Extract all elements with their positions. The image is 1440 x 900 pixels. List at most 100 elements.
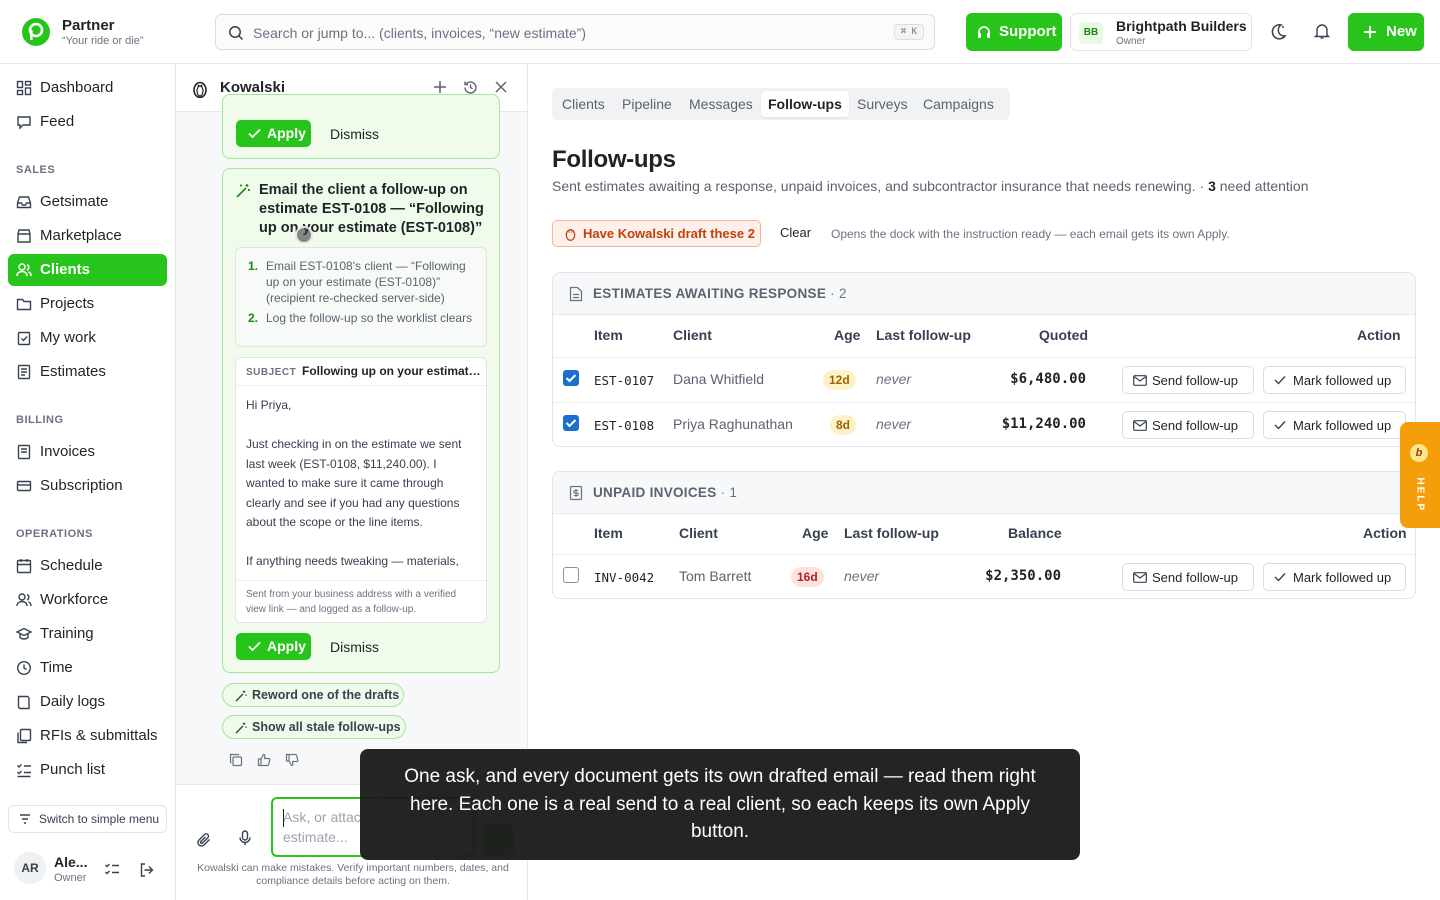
sidebar-item-feed[interactable]: Feed <box>8 106 167 138</box>
bell-icon[interactable] <box>1313 22 1331 40</box>
feed-icon <box>16 114 32 130</box>
tab-clients[interactable]: Clients <box>562 91 605 117</box>
email-subject-label: SUBJECT <box>246 367 297 378</box>
tab-messages[interactable]: Messages <box>689 91 753 117</box>
sidebar-item-rfis[interactable]: RFIs & submittals <box>8 720 167 752</box>
section-count: · 2 <box>830 286 847 301</box>
history-icon[interactable] <box>463 80 478 95</box>
row-checkbox[interactable] <box>563 567 579 583</box>
tab-campaigns[interactable]: Campaigns <box>923 91 994 117</box>
apply-label: Apply <box>267 638 306 654</box>
user-name: Ale... <box>54 854 88 870</box>
user-role: Owner <box>54 872 87 884</box>
document-icon <box>16 364 32 380</box>
sidebar-item-schedule[interactable]: Schedule <box>8 550 167 582</box>
paperclip-icon[interactable] <box>196 832 212 848</box>
item-id[interactable]: EST-0107 <box>594 373 654 388</box>
page-subtitle: Sent estimates awaiting a response, unpa… <box>552 178 1309 194</box>
sidebar-item-marketplace[interactable]: Marketplace <box>8 220 167 252</box>
suggestion-card: Email the client a follow-up on estimate… <box>222 168 500 673</box>
switch-simple-menu-button[interactable]: Switch to simple menu <box>8 805 167 833</box>
tab-follow-ups[interactable]: Follow-ups <box>761 91 849 117</box>
apply-button[interactable]: Apply <box>236 120 311 147</box>
client-name: Dana Whitfield <box>673 371 765 387</box>
copy-icon[interactable] <box>229 753 243 767</box>
logout-icon[interactable] <box>139 862 155 878</box>
plus-icon[interactable] <box>433 80 447 94</box>
sidebar-item-punch-list[interactable]: Punch list <box>8 754 167 786</box>
sidebar-item-getsimate[interactable]: Getsimate <box>8 186 167 218</box>
send-follow-up-button[interactable]: Send follow-up <box>1122 411 1254 439</box>
email-body[interactable]: Hi Priya, Just checking in on the estima… <box>246 396 478 568</box>
thumbs-up-icon[interactable] <box>257 753 271 767</box>
support-button[interactable]: Support <box>966 13 1062 51</box>
email-subject-row: SUBJECT Following up on your estimate (E… <box>236 358 486 386</box>
thumbs-down-icon[interactable] <box>285 753 299 767</box>
email-subject: Following up on your estimate (EST-0108) <box>302 364 482 378</box>
table-row: INV-0042 Tom Barrett 16d never $2,350.00… <box>553 554 1415 598</box>
row-checkbox[interactable] <box>563 415 579 431</box>
last-follow-up: never <box>876 371 912 387</box>
send-follow-up-button[interactable]: Send follow-up <box>1122 563 1254 591</box>
kowalski-draft-button[interactable]: Have Kowalski draft these 2 <box>552 220 761 247</box>
item-id[interactable]: EST-0108 <box>594 418 654 433</box>
sidebar-item-label: Training <box>40 625 94 642</box>
theme-toggle-icon[interactable] <box>1268 22 1288 42</box>
clear-button[interactable]: Clear <box>780 225 811 240</box>
tab-surveys[interactable]: Surveys <box>857 91 908 117</box>
column-header: Action <box>1363 525 1407 541</box>
quoted-amount: $6,480.00 <box>1010 371 1086 387</box>
avatar[interactable]: AR <box>14 852 46 884</box>
tab-pipeline[interactable]: Pipeline <box>622 91 672 117</box>
attention-count: 3 <box>1208 178 1216 194</box>
item-id[interactable]: INV-0042 <box>594 570 654 585</box>
org-switcher[interactable]: BB Brightpath Builders Owner <box>1070 13 1252 51</box>
sidebar-item-training[interactable]: Training <box>8 618 167 650</box>
sidebar-item-label: Marketplace <box>40 227 122 244</box>
penguin-icon <box>565 228 576 241</box>
files-icon <box>16 728 32 744</box>
help-tab[interactable]: b HELP <box>1400 422 1440 528</box>
mark-followed-up-button[interactable]: Mark followed up <box>1263 411 1406 439</box>
mail-icon <box>1133 572 1147 583</box>
search-input[interactable]: Search or jump to... (clients, invoices,… <box>215 14 935 50</box>
last-follow-up: never <box>876 416 912 432</box>
tab-bar: Clients Pipeline Messages Follow-ups Sur… <box>552 88 1010 120</box>
apply-button[interactable]: Apply <box>236 633 311 660</box>
sidebar-item-label: Projects <box>40 295 95 312</box>
mark-followed-up-button[interactable]: Mark followed up <box>1263 563 1406 591</box>
microphone-icon[interactable] <box>238 830 252 846</box>
close-icon[interactable] <box>494 80 508 94</box>
sidebar-item-daily-logs[interactable]: Daily logs <box>8 686 167 718</box>
clipboard-check-icon <box>16 330 32 346</box>
search-placeholder: Search or jump to... (clients, invoices,… <box>253 25 587 41</box>
dismiss-button[interactable]: Dismiss <box>330 639 379 655</box>
suggestion-chip-show-stale[interactable]: Show all stale follow-ups <box>222 715 406 739</box>
brand-logo-icon[interactable] <box>22 18 50 46</box>
list-settings-icon[interactable] <box>104 862 120 878</box>
sidebar-item-estimates[interactable]: Estimates <box>8 356 167 388</box>
sidebar-item-workforce[interactable]: Workforce <box>8 584 167 616</box>
org-name: Brightpath Builders <box>1116 18 1247 34</box>
sidebar-item-dashboard[interactable]: Dashboard <box>8 72 167 104</box>
org-role: Owner <box>1116 36 1146 47</box>
mark-followed-up-label: Mark followed up <box>1293 373 1392 388</box>
sidebar-item-time[interactable]: Time <box>8 652 167 684</box>
help-label: HELP <box>1414 477 1426 513</box>
sidebar-item-my-work[interactable]: My work <box>8 322 167 354</box>
sidebar-item-clients[interactable]: Clients <box>8 254 167 286</box>
sidebar-item-projects[interactable]: Projects <box>8 288 167 320</box>
draft-note: Opens the dock with the instruction read… <box>831 227 1230 241</box>
send-follow-up-button[interactable]: Send follow-up <box>1122 366 1254 394</box>
client-name: Priya Raghunathan <box>673 416 793 432</box>
column-header: Balance <box>1008 525 1062 541</box>
plan-step-number: 1. <box>248 259 259 273</box>
new-button[interactable]: New <box>1348 13 1424 51</box>
suggestion-chip-reword[interactable]: Reword one of the drafts <box>222 683 404 707</box>
mark-followed-up-button[interactable]: Mark followed up <box>1263 366 1406 394</box>
sidebar-item-invoices[interactable]: Invoices <box>8 436 167 468</box>
dashboard-icon <box>16 80 32 96</box>
sidebar-item-subscription[interactable]: Subscription <box>8 470 167 502</box>
dismiss-button[interactable]: Dismiss <box>330 126 379 142</box>
row-checkbox[interactable] <box>563 370 579 386</box>
